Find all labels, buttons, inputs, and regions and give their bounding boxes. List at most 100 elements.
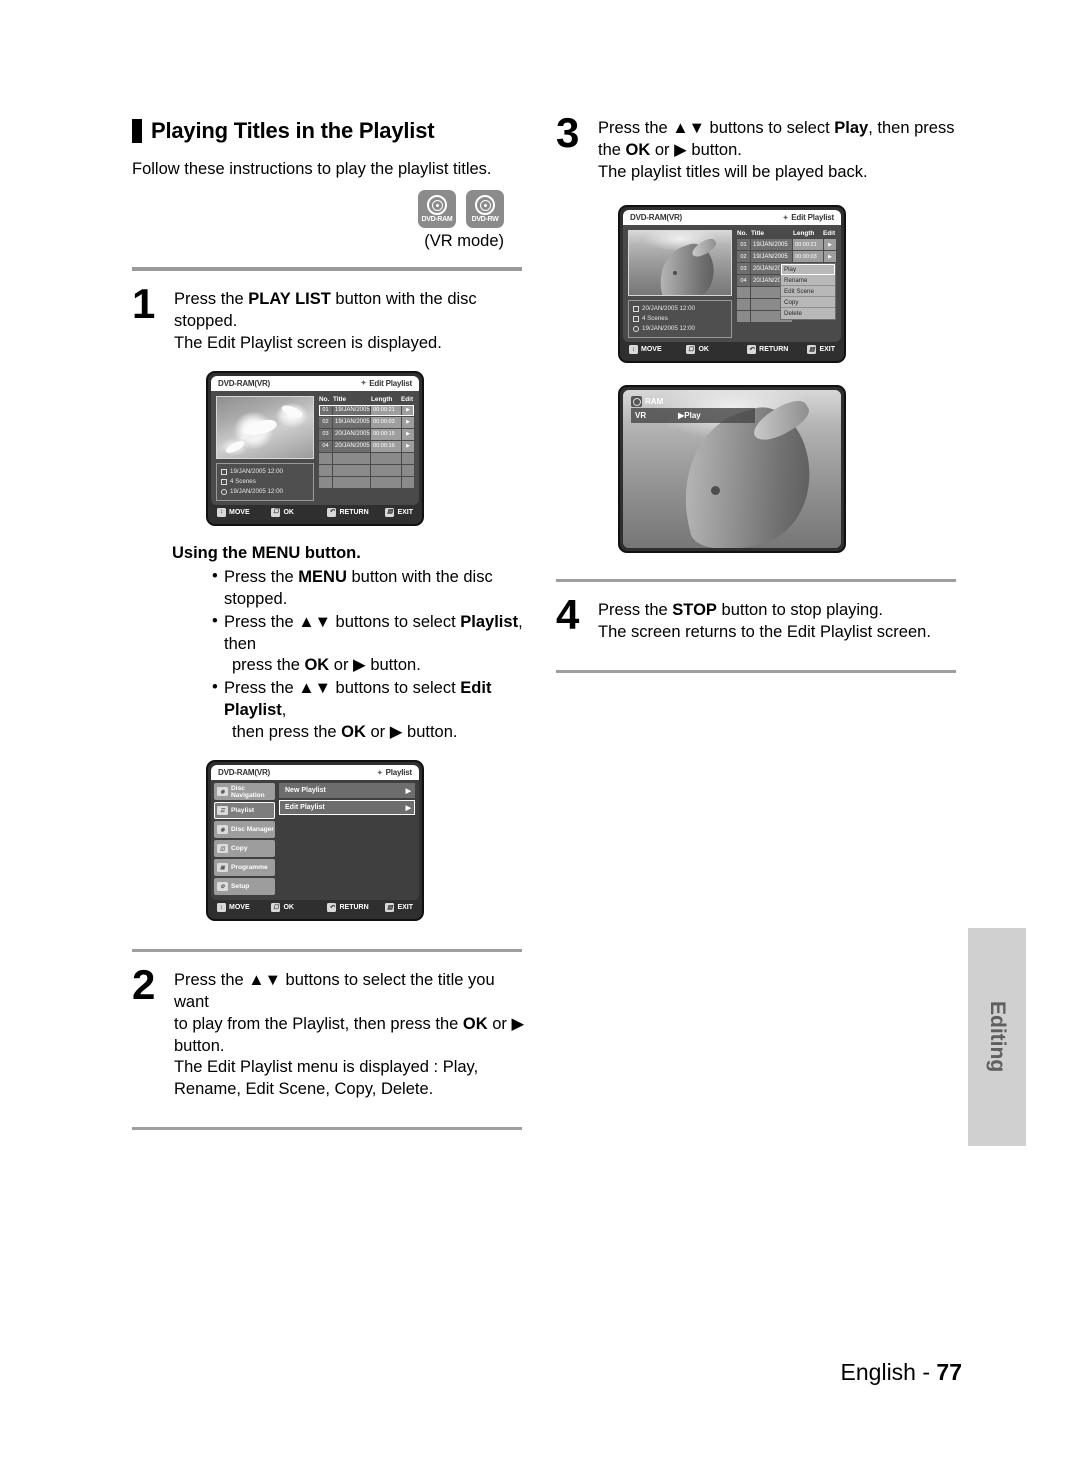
row-no: 04 [319,440,332,452]
e [402,476,414,488]
row-edit-arrow-icon[interactable]: ▶ [402,416,414,428]
context-menu: Play Rename Edit Scene Copy Delete [780,263,836,321]
footer-ok[interactable]: ☐ OK [271,507,294,517]
table-row[interactable]: 04 20/JAN/2005 00:00:16 ▶ [319,440,414,452]
chevron-right-icon: ▶ [405,804,411,812]
section-divider [556,579,956,583]
footer-return[interactable]: ↶ RETURN [747,345,788,355]
step-3-line-2: the OK or ▶ button. [598,140,956,162]
t: PLAY LIST [248,290,331,309]
menu-item-new-playlist[interactable]: New Playlist ▶ [279,783,415,799]
footer-move[interactable]: ↕ MOVE [629,345,662,355]
e [333,452,370,464]
dolphin-photo-art [629,231,731,296]
footer-return[interactable]: ↶ RETURN [327,507,369,517]
footer-move[interactable]: ↕ MOVE [217,903,250,913]
table-row[interactable]: 01 19/JAN/2005 00:00:21 ▶ [319,404,414,416]
footer-return[interactable]: ↶ RETURN [327,903,369,913]
info-time-text: 19/JAN/2005 12:00 [230,487,283,495]
row-edit-arrow-icon[interactable]: ▶ [402,440,414,452]
row-no: 01 [737,239,750,251]
table-row[interactable]: 02 19/JAN/2005 00:00:03 ▶ [737,251,836,263]
osd-title-group: ✦ Edit Playlist [361,379,413,388]
scenes-icon [633,316,639,323]
step-3: 3 Press the ▲▼ buttons to select Play, t… [556,111,956,183]
play-status-label: ▶Play [678,411,701,421]
table-row[interactable]: 03 20/JAN/2005 00:00:15 ▶ [319,428,414,440]
info-time-text: 19/JAN/2005 12:00 [642,325,695,333]
e [402,452,414,464]
info-scenes-text: 4 Scenes [642,315,668,323]
sidebar-item-disc-navigation[interactable]: ◉ Disc Navigation [214,783,275,801]
manual-page: Playing Titles in the Playlist Follow th… [0,0,1080,1482]
row-edit-arrow-icon[interactable]: ▶ [824,239,836,251]
list-item: Press the MENU button with the disc stop… [212,566,532,611]
osd-panel-1-wrap: DVD-RAM(VR) ✦ Edit Playlist 19/JAN/2005 … [206,370,532,526]
row-no: 02 [319,416,332,428]
footer-ok[interactable]: ☐ OK [686,345,709,355]
menu-item-label: Edit Playlist [285,804,325,812]
osd-disc-label: DVD-RAM(VR) [218,378,271,388]
row-length: 00:00:21 [793,239,823,251]
return-icon: ↶ [327,903,337,913]
col-title: Title [333,395,347,403]
sidebar-item-label: Disc Navigation [231,784,265,799]
footer-exit[interactable]: ▤ EXIT [385,507,413,517]
e [333,464,370,476]
page-number: 77 [936,1359,962,1385]
col-title: Title [751,230,765,238]
page-footer-label: English - [840,1359,931,1385]
row-edit-arrow-icon[interactable]: ▶ [402,404,414,416]
sidebar-item-setup[interactable]: ⚙ Setup [214,878,275,896]
disc-logo-row: DVD-RAM DVD-RW [132,190,532,229]
bird-shape [241,416,279,438]
step-2-line-4: The Edit Playlist menu is displayed : Pl… [174,1058,479,1077]
table-row-empty [319,452,414,464]
copy-icon: ◫ [217,844,228,854]
table-header: No. Title Length Edit [737,230,836,239]
e [319,452,332,464]
sidebar-item-copy[interactable]: ◫ Copy [214,840,275,858]
footer-exit[interactable]: ▤ EXIT [807,345,835,355]
step-2: 2 Press the ▲▼ buttons to select the tit… [132,963,532,1101]
table-row[interactable]: 02 19/JAN/2005 00:00:03 ▶ [319,416,414,428]
sidebar-item-programme[interactable]: ▣ Programme [214,859,275,877]
col-edit: Edit [823,230,836,238]
row-no: 04 [737,275,750,287]
calendar-icon [633,306,639,313]
row-edit-arrow-icon[interactable]: ▶ [402,428,414,440]
e [737,311,750,323]
menu-item-edit-playlist[interactable]: Edit Playlist ▶ [279,800,415,816]
table-row-empty [319,464,414,476]
ok-icon: ☐ [271,507,281,517]
sidebar-item-label: Programme [231,864,268,872]
section-divider [132,267,522,272]
menu-section-title: Using the MENU button. [172,543,361,562]
col-length: Length [793,230,815,238]
menu-item-copy[interactable]: Copy [781,297,835,309]
menu-item-edit-scene[interactable]: Edit Scene [781,286,835,298]
sidebar-item-playlist[interactable]: ☰ Playlist [214,802,275,820]
t: to play from the Playlist, then press th… [174,1014,463,1033]
step-4-line-1: Press the STOP button to stop playing. [598,600,956,622]
footer-move[interactable]: ↕ MOVE [217,507,250,517]
chapter-side-tab-label: Editing [986,1001,1009,1073]
menu-item-delete[interactable]: Delete [781,308,835,320]
footer-exit[interactable]: ▤ EXIT [385,903,413,913]
dvd-rw-label: DVD-RW [471,216,499,224]
left-column: Playing Titles in the Playlist Follow th… [132,118,532,1148]
footer-ok[interactable]: ☐ OK [271,903,294,913]
playback-overlay: RAM VR ▶Play [631,396,755,424]
disc-icon [475,195,495,216]
sidebar-item-disc-manager[interactable]: ◉ Disc Manager [214,821,275,839]
row-edit-arrow-icon[interactable]: ▶ [824,251,836,263]
table-row[interactable]: 01 19/JAN/2005 00:00:21 ▶ [737,239,836,251]
menu-item-play[interactable]: Play [781,264,835,276]
exit-icon: ▤ [385,507,395,517]
info-row-scenes: 4 Scenes [633,314,727,324]
exit-icon: ▤ [807,345,817,355]
row-title: 19/JAN/2005 [751,251,792,263]
step-1-line-2: The Edit Playlist screen is displayed. [174,333,442,352]
menu-item-rename[interactable]: Rename [781,275,835,287]
title-bullet-bar [132,119,142,143]
